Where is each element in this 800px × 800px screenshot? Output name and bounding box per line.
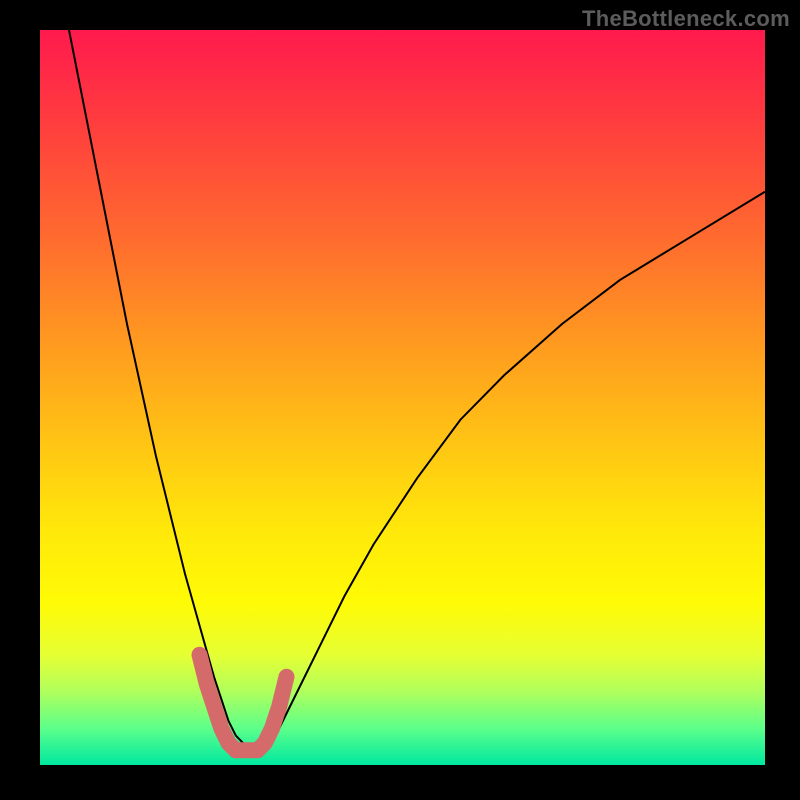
bottleneck-curve <box>69 30 765 750</box>
curve-layer <box>40 30 765 765</box>
chart-frame: TheBottleneck.com <box>0 0 800 800</box>
plot-area <box>40 30 765 765</box>
watermark-text: TheBottleneck.com <box>582 6 790 32</box>
